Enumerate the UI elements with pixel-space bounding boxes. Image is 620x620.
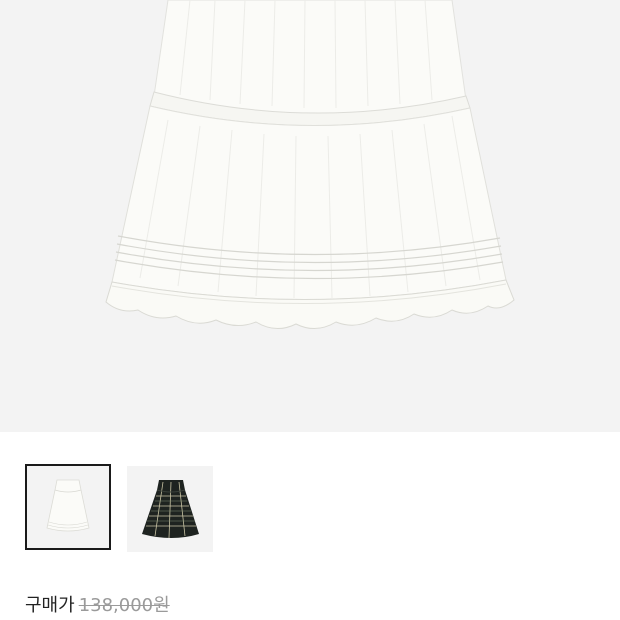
thumbnail-white-skirt[interactable]	[25, 464, 111, 550]
thumbnail-plaid-skirt[interactable]	[127, 466, 213, 552]
price-label: 구매가	[25, 595, 75, 616]
white-skirt-image	[105, 0, 515, 329]
white-skirt-thumbnail-image	[27, 466, 109, 548]
original-price: 138,000원	[78, 595, 170, 616]
plaid-skirt-thumbnail-image	[127, 466, 213, 552]
product-main-image	[0, 0, 620, 432]
price-row: 구매가 138,000원	[25, 590, 170, 618]
